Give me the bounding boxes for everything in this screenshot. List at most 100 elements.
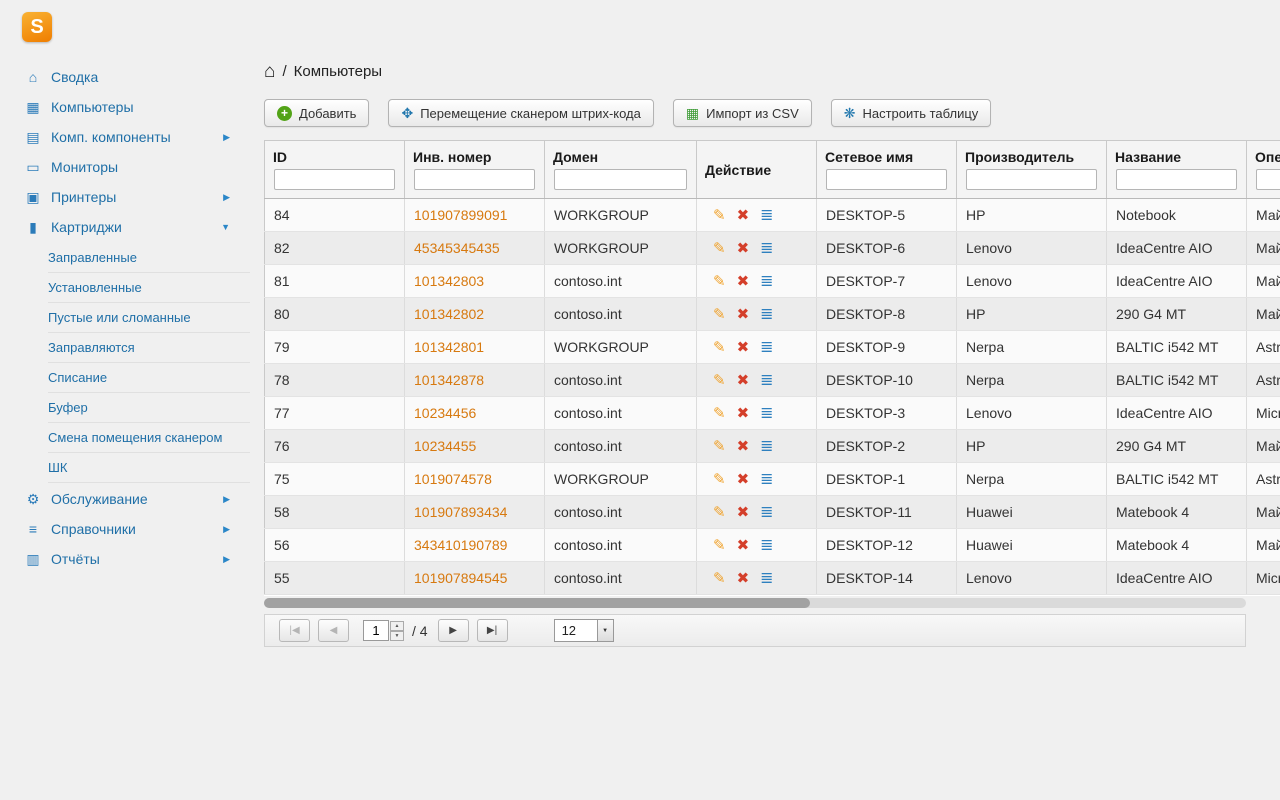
submenu-item[interactable]: Заправленные bbox=[48, 243, 250, 273]
table-row[interactable]: 55101907894545contoso.int✎✖≣DESKTOP-14Le… bbox=[265, 562, 1280, 595]
horizontal-scrollbar[interactable] bbox=[264, 598, 1246, 608]
app-logo[interactable]: S bbox=[22, 12, 52, 42]
details-icon[interactable]: ≣ bbox=[760, 570, 773, 587]
sidebar-item-cartridges[interactable]: ▮Картриджи▼ bbox=[0, 212, 250, 242]
scrollbar-thumb[interactable] bbox=[264, 598, 810, 608]
table-row[interactable]: 80101342802contoso.int✎✖≣DESKTOP-8HP290 … bbox=[265, 298, 1280, 331]
edit-icon[interactable]: ✎ bbox=[713, 537, 726, 554]
details-icon[interactable]: ≣ bbox=[760, 471, 773, 488]
filter-model-input[interactable] bbox=[1116, 169, 1237, 190]
edit-icon[interactable]: ✎ bbox=[713, 240, 726, 257]
details-icon[interactable]: ≣ bbox=[760, 339, 773, 356]
add-button[interactable]: +Добавить bbox=[264, 99, 369, 127]
edit-icon[interactable]: ✎ bbox=[713, 570, 726, 587]
edit-icon[interactable]: ✎ bbox=[713, 207, 726, 224]
table-row[interactable]: 78101342878contoso.int✎✖≣DESKTOP-10Nerpa… bbox=[265, 364, 1280, 397]
submenu-item[interactable]: ШК bbox=[48, 453, 250, 483]
details-icon[interactable]: ≣ bbox=[760, 438, 773, 455]
sidebar-item-printers[interactable]: ▣Принтеры▶ bbox=[0, 182, 250, 212]
table-row[interactable]: 7710234456contoso.int✎✖≣DESKTOP-3LenovoI… bbox=[265, 397, 1280, 430]
submenu-item[interactable]: Заправляются bbox=[48, 333, 250, 363]
pagination-first-button[interactable]: |◀ bbox=[279, 619, 310, 642]
sidebar-item-maintenance[interactable]: ⚙Обслуживание▶ bbox=[0, 484, 250, 514]
cell-inv[interactable]: 343410190789 bbox=[405, 529, 545, 562]
filter-inv-input[interactable] bbox=[414, 169, 535, 190]
cell-inv[interactable]: 10234455 bbox=[405, 430, 545, 463]
filter-manufacturer-input[interactable] bbox=[966, 169, 1097, 190]
details-icon[interactable]: ≣ bbox=[760, 273, 773, 290]
edit-icon[interactable]: ✎ bbox=[713, 405, 726, 422]
delete-icon[interactable]: ✖ bbox=[737, 471, 750, 488]
cell-inv[interactable]: 101907893434 bbox=[405, 496, 545, 529]
cell-inv[interactable]: 101342878 bbox=[405, 364, 545, 397]
sidebar-item-computers[interactable]: ▦Компьютеры bbox=[0, 92, 250, 122]
cell-inv[interactable]: 45345345435 bbox=[405, 232, 545, 265]
submenu-item[interactable]: Списание bbox=[48, 363, 250, 393]
delete-icon[interactable]: ✖ bbox=[737, 372, 750, 389]
delete-icon[interactable]: ✖ bbox=[737, 438, 750, 455]
delete-icon[interactable]: ✖ bbox=[737, 207, 750, 224]
details-icon[interactable]: ≣ bbox=[760, 240, 773, 257]
spinner-down-button[interactable]: ▼ bbox=[390, 631, 404, 641]
table-row[interactable]: 751019074578WORKGROUP✎✖≣DESKTOP-1NerpaBA… bbox=[265, 463, 1280, 496]
edit-icon[interactable]: ✎ bbox=[713, 306, 726, 323]
details-icon[interactable]: ≣ bbox=[760, 372, 773, 389]
details-icon[interactable]: ≣ bbox=[760, 504, 773, 521]
spinner-up-button[interactable]: ▲ bbox=[390, 621, 404, 631]
table-row[interactable]: 56343410190789contoso.int✎✖≣DESKTOP-12Hu… bbox=[265, 529, 1280, 562]
table-row[interactable]: 58101907893434contoso.int✎✖≣DESKTOP-11Hu… bbox=[265, 496, 1280, 529]
sidebar-item-monitors[interactable]: ▭Мониторы bbox=[0, 152, 250, 182]
cell-inv[interactable]: 101907894545 bbox=[405, 562, 545, 595]
delete-icon[interactable]: ✖ bbox=[737, 240, 750, 257]
table-row[interactable]: 7610234455contoso.int✎✖≣DESKTOP-2HP290 G… bbox=[265, 430, 1280, 463]
delete-icon[interactable]: ✖ bbox=[737, 537, 750, 554]
cell-inv[interactable]: 101907899091 bbox=[405, 199, 545, 232]
cell-inv[interactable]: 101342802 bbox=[405, 298, 545, 331]
cell-inv[interactable]: 1019074578 bbox=[405, 463, 545, 496]
sidebar-item-summary[interactable]: ⌂Сводка bbox=[0, 62, 250, 92]
filter-network-input[interactable] bbox=[826, 169, 947, 190]
cell-inv[interactable]: 10234456 bbox=[405, 397, 545, 430]
delete-icon[interactable]: ✖ bbox=[737, 273, 750, 290]
configure-table-button[interactable]: ❋Настроить таблицу bbox=[831, 99, 992, 127]
home-icon[interactable]: ⌂ bbox=[264, 62, 275, 81]
submenu-item[interactable]: Пустые или сломанные bbox=[48, 303, 250, 333]
table-row[interactable]: 79101342801WORKGROUP✎✖≣DESKTOP-9NerpaBAL… bbox=[265, 331, 1280, 364]
filter-id-input[interactable] bbox=[274, 169, 395, 190]
details-icon[interactable]: ≣ bbox=[760, 537, 773, 554]
details-icon[interactable]: ≣ bbox=[760, 306, 773, 323]
edit-icon[interactable]: ✎ bbox=[713, 273, 726, 290]
details-icon[interactable]: ≣ bbox=[760, 207, 773, 224]
delete-icon[interactable]: ✖ bbox=[737, 306, 750, 323]
submenu-item[interactable]: Буфер bbox=[48, 393, 250, 423]
edit-icon[interactable]: ✎ bbox=[713, 339, 726, 356]
cell-inv[interactable]: 101342803 bbox=[405, 265, 545, 298]
page-size-dropdown-button[interactable]: ▼ bbox=[597, 620, 613, 641]
delete-icon[interactable]: ✖ bbox=[737, 339, 750, 356]
delete-icon[interactable]: ✖ bbox=[737, 405, 750, 422]
page-size-select[interactable]: 12 ▼ bbox=[554, 619, 614, 642]
delete-icon[interactable]: ✖ bbox=[737, 570, 750, 587]
table-row[interactable]: 81101342803contoso.int✎✖≣DESKTOP-7Lenovo… bbox=[265, 265, 1280, 298]
sidebar-item-components[interactable]: ▤Комп. компоненты▶ bbox=[0, 122, 250, 152]
page-number-input[interactable] bbox=[363, 620, 389, 641]
cell-inv[interactable]: 101342801 bbox=[405, 331, 545, 364]
edit-icon[interactable]: ✎ bbox=[713, 372, 726, 389]
details-icon[interactable]: ≣ bbox=[760, 405, 773, 422]
edit-icon[interactable]: ✎ bbox=[713, 471, 726, 488]
table-row[interactable]: 8245345345435WORKGROUP✎✖≣DESKTOP-6Lenovo… bbox=[265, 232, 1280, 265]
edit-icon[interactable]: ✎ bbox=[713, 504, 726, 521]
table-row[interactable]: 84101907899091WORKGROUP✎✖≣DESKTOP-5HPNot… bbox=[265, 199, 1280, 232]
edit-icon[interactable]: ✎ bbox=[713, 438, 726, 455]
import-csv-button[interactable]: ▦Импорт из CSV bbox=[673, 99, 812, 127]
pagination-last-button[interactable]: ▶| bbox=[477, 619, 508, 642]
submenu-item[interactable]: Смена помещения сканером bbox=[48, 423, 250, 453]
sidebar-item-reports[interactable]: ▥Отчёты▶ bbox=[0, 544, 250, 574]
filter-domain-input[interactable] bbox=[554, 169, 687, 190]
sidebar-item-directories[interactable]: ≡Справочники▶ bbox=[0, 514, 250, 544]
submenu-item[interactable]: Установленные bbox=[48, 273, 250, 303]
delete-icon[interactable]: ✖ bbox=[737, 504, 750, 521]
barcode-move-button[interactable]: ✥Перемещение сканером штрих-кода bbox=[388, 99, 653, 127]
pagination-prev-button[interactable]: ◀ bbox=[318, 619, 349, 642]
filter-os-input[interactable] bbox=[1256, 169, 1280, 190]
